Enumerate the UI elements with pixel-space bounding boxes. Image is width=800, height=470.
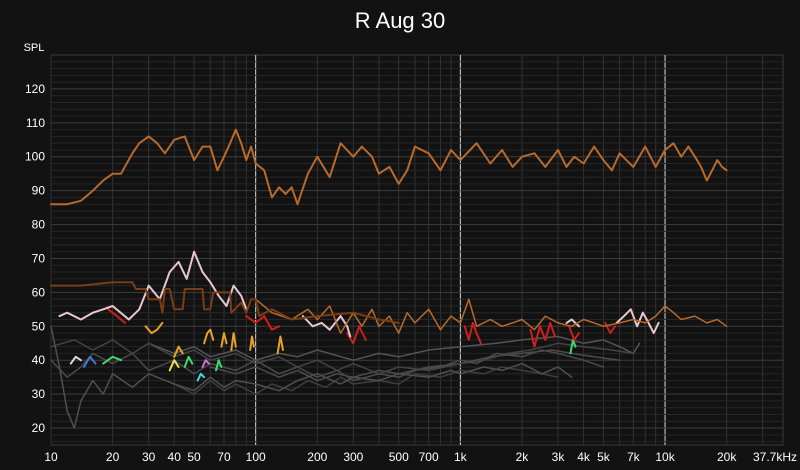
- y-tick-label: 60: [32, 285, 46, 299]
- x-tick-label: 70: [217, 450, 231, 464]
- y-axis-title: SPL: [24, 42, 45, 54]
- y-tick-label: 80: [32, 218, 46, 232]
- x-tick-label: 500: [389, 450, 409, 464]
- y-tick-label: 40: [32, 353, 46, 367]
- chart-title: R Aug 30: [355, 8, 446, 33]
- x-tick-label: 30: [142, 450, 156, 464]
- chart-canvas: R Aug 30 SPL 20 30 40 50 60 70 80 90 100 110 120 10…: [0, 0, 800, 470]
- x-tick-label: 100: [246, 450, 266, 464]
- y-tick-label: 50: [32, 319, 46, 333]
- chart-background: [0, 0, 800, 470]
- y-tick-label: 30: [32, 387, 46, 401]
- spl-chart: R Aug 30 SPL 20 30 40 50 60 70 80 90 100 110 120 10…: [0, 0, 800, 470]
- x-tick-label: 10: [44, 450, 58, 464]
- x-tick-label: 4k: [577, 450, 591, 464]
- y-tick-label: 20: [32, 421, 46, 435]
- y-tick-label: 120: [25, 82, 45, 96]
- y-tick-label: 110: [26, 116, 45, 130]
- x-tick-label: 200: [307, 450, 327, 464]
- x-tick-label: 1k: [454, 450, 468, 464]
- y-tick-label: 70: [32, 251, 46, 265]
- x-tick-label: 40: [168, 450, 182, 464]
- x-tick-label: 3k: [552, 450, 566, 464]
- x-tick-label: 10k: [655, 450, 675, 464]
- x-tick-label: 20: [106, 450, 120, 464]
- x-tick-label: 7k: [627, 450, 641, 464]
- x-tick-label: 2k: [516, 450, 530, 464]
- y-tick-label: 100: [25, 150, 45, 164]
- y-tick-label: 90: [32, 184, 46, 198]
- x-tick-label: 20k: [717, 450, 737, 464]
- x-tick-label: 700: [419, 450, 439, 464]
- x-tick-label: 300: [343, 450, 363, 464]
- x-tick-label: 5k: [597, 450, 611, 464]
- x-tick-label: 50: [187, 450, 201, 464]
- x-tick-label: 37.7kHz: [753, 450, 797, 464]
